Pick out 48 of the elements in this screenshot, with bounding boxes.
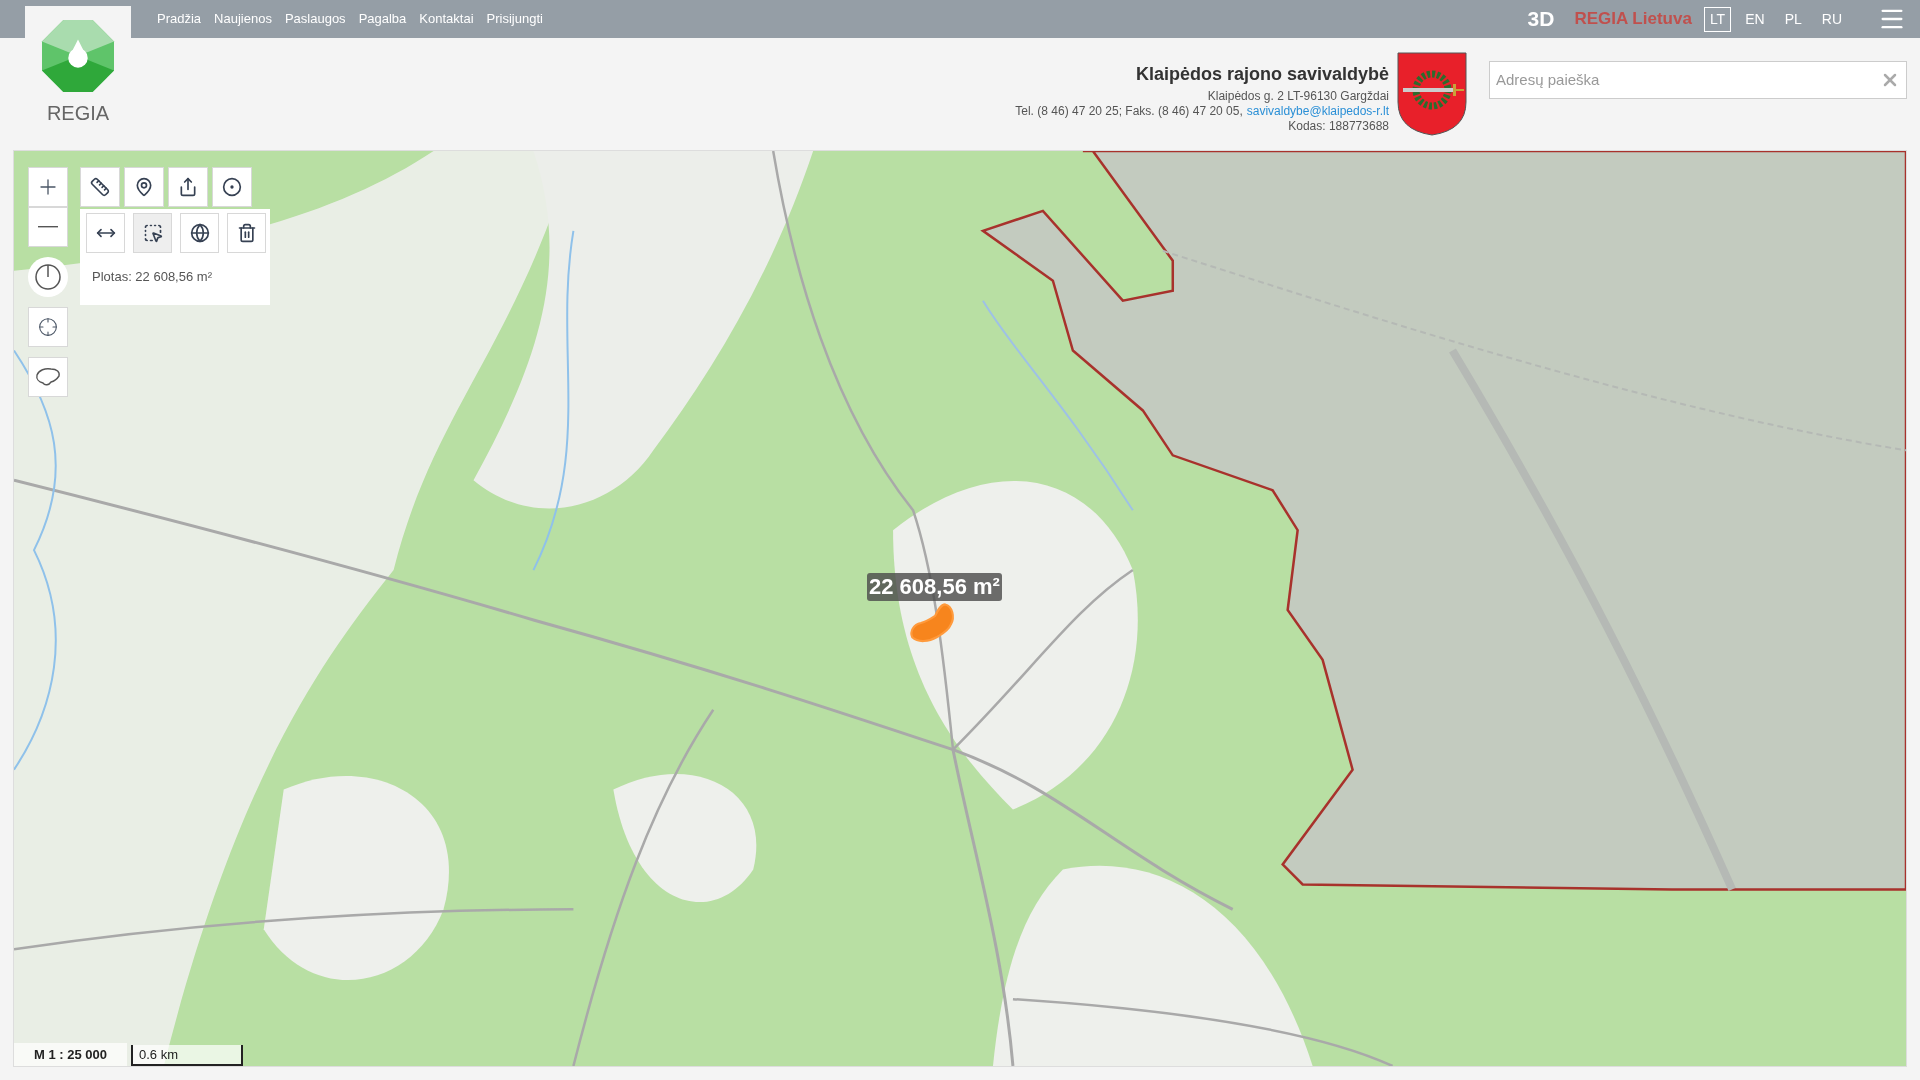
nav-link[interactable]: Pradžia [157, 9, 202, 29]
area-label: 22 608,56 m² [867, 573, 1002, 601]
measure-tool-button[interactable] [180, 213, 219, 253]
brand-link[interactable]: REGIA Lietuva [1574, 6, 1692, 32]
power-icon [34, 263, 62, 291]
share-button[interactable] [168, 167, 208, 207]
address-text: Klaipėdos g. 2 LT-96130 Gargždai [1207, 89, 1389, 104]
point-button[interactable] [212, 167, 252, 207]
map-scale-text: M 1 : 25 000 [14, 1042, 127, 1066]
octagon-logo-icon [41, 20, 115, 92]
marker-button[interactable] [124, 167, 164, 207]
pin-icon [134, 177, 154, 197]
locate-button[interactable] [28, 307, 68, 347]
language-option[interactable]: EN [1739, 6, 1771, 32]
language-option[interactable]: PL [1778, 6, 1808, 32]
crosshair-icon [38, 317, 58, 337]
nav-link[interactable]: Naujienos [214, 9, 272, 29]
language-option[interactable]: LT [1703, 6, 1732, 32]
measure-tool-button[interactable] [133, 213, 172, 253]
zoom-in-button[interactable] [28, 167, 68, 207]
country-view-button[interactable] [28, 357, 68, 397]
logo-text: REGIA [46, 101, 110, 126]
coat-of-arms-icon [1397, 52, 1467, 136]
area-result-text: Plotas: 22 608,56 m² [91, 268, 213, 286]
ruler-icon [90, 177, 110, 197]
area-measure-icon [142, 223, 163, 243]
trash-icon [236, 223, 257, 243]
language-option[interactable]: RU [1815, 6, 1848, 32]
country-outline-icon [35, 367, 61, 387]
minus-icon [38, 226, 58, 228]
contacts-text: Tel. (8 46) 47 20 25; Faks. (8 46) 47 20 05, [1015, 104, 1243, 119]
address-search-field[interactable]: Adresų paieška [1496, 68, 1880, 92]
code-text: Kodas: 188773688 [1288, 119, 1389, 134]
email-link[interactable]: savivaldybe@klaipedos-r.lt [1246, 104, 1389, 119]
dot-circle-icon [222, 177, 242, 197]
measure-button[interactable] [80, 167, 120, 207]
nav-link[interactable]: Kontaktai [419, 9, 474, 29]
nav-link[interactable]: Paslaugos [284, 9, 346, 29]
measure-tool-button[interactable] [227, 213, 266, 253]
3d-mode-link[interactable]: 3D [1527, 3, 1555, 35]
measure-tool-button[interactable] [86, 213, 125, 253]
share-icon [178, 177, 198, 197]
search-bar[interactable]: Adresų paieška [1489, 61, 1907, 99]
nav-link[interactable]: Pagalba [358, 9, 407, 29]
map-area[interactable]: 22 608,56 m² Plotas: 22 608,56 m² M 1 : 25 000 0.6 km [13, 150, 1907, 1067]
nav-link[interactable]: Prisijungti [486, 9, 543, 29]
scale-bar: 0.6 km [131, 1044, 243, 1066]
municipality-name: Klaipėdos rajono savivaldybė [1135, 63, 1389, 85]
